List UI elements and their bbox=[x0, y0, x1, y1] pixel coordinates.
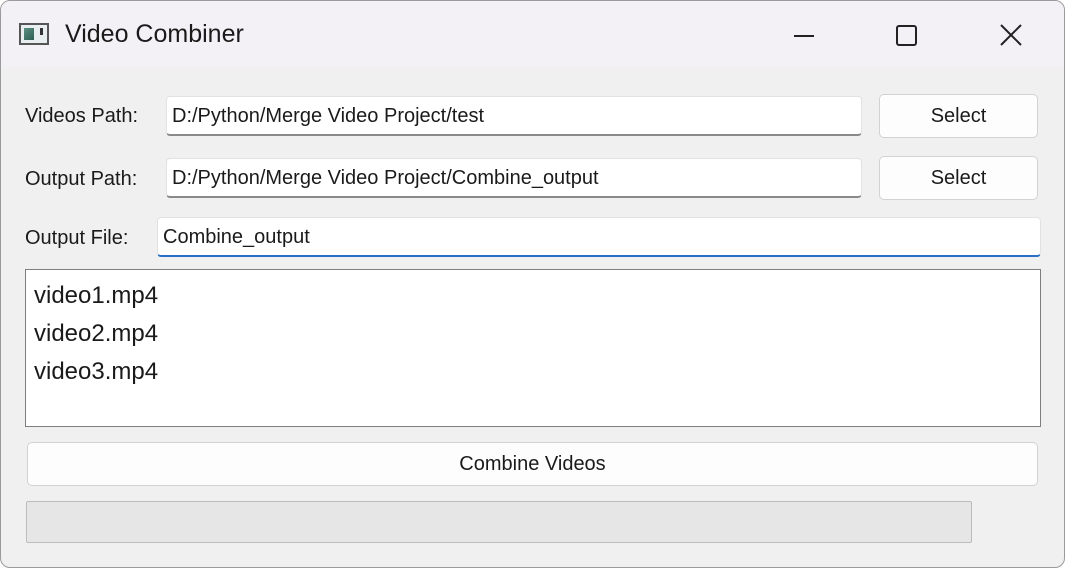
video-file-list[interactable]: video1.mp4 video2.mp4 video3.mp4 bbox=[25, 269, 1041, 427]
list-item[interactable]: video3.mp4 bbox=[34, 358, 158, 386]
minimize-icon bbox=[794, 35, 814, 37]
close-icon bbox=[1000, 24, 1022, 46]
title-bar[interactable]: Video Combiner bbox=[1, 1, 1064, 67]
list-item[interactable]: video1.mp4 bbox=[34, 282, 158, 310]
output-path-input[interactable]: D:/Python/Merge Video Project/Combine_ou… bbox=[166, 158, 862, 198]
videos-path-select-button[interactable]: Select bbox=[879, 94, 1038, 138]
combine-videos-button[interactable]: Combine Videos bbox=[27, 442, 1038, 486]
list-item[interactable]: video2.mp4 bbox=[34, 320, 158, 348]
app-window-icon bbox=[19, 23, 49, 45]
output-path-label: Output Path: bbox=[25, 168, 138, 190]
maximize-button[interactable] bbox=[876, 13, 936, 57]
minimize-button[interactable] bbox=[776, 13, 836, 57]
output-file-input[interactable]: Combine_output bbox=[157, 217, 1041, 257]
videos-path-input[interactable]: D:/Python/Merge Video Project/test bbox=[166, 96, 862, 136]
output-file-label: Output File: bbox=[25, 227, 129, 249]
maximize-icon bbox=[896, 25, 917, 46]
videos-path-label: Videos Path: bbox=[25, 105, 139, 127]
window-title: Video Combiner bbox=[65, 20, 244, 48]
progress-bar bbox=[26, 501, 972, 543]
close-button[interactable] bbox=[981, 13, 1041, 57]
app-window: Video Combiner Videos Path: D:/Python/Me… bbox=[0, 0, 1065, 568]
output-path-select-button[interactable]: Select bbox=[879, 156, 1038, 200]
